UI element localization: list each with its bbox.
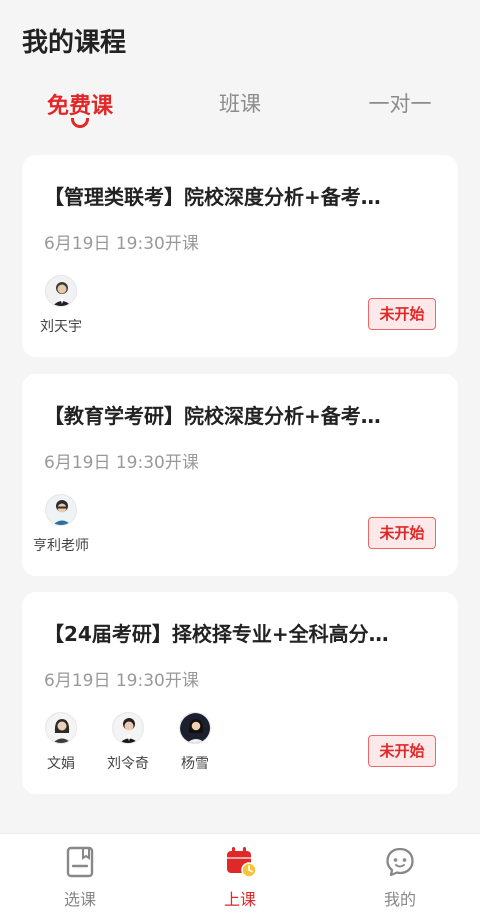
- course-time: 6月19日 19:30开课: [44, 453, 199, 473]
- active-tab-indicator: [71, 118, 89, 128]
- avatar: [45, 275, 77, 307]
- tab-label: 班课: [219, 92, 261, 116]
- book-icon: [65, 846, 95, 878]
- teacher-name: 亨利老师: [33, 538, 89, 554]
- course-card[interactable]: 【24届考研】择校择专业+全科高分… 6月19日 19:30开课 文娟 刘令奇 …: [22, 592, 458, 794]
- nav-select-course[interactable]: 选课: [30, 846, 130, 916]
- status-badge: 未开始: [368, 298, 436, 330]
- nav-mine[interactable]: 我的: [350, 846, 450, 916]
- course-card[interactable]: 【教育学考研】院校深度分析+备考… 6月19日 19:30开课 亨利老师 未开始: [22, 374, 458, 576]
- status-badge: 未开始: [368, 735, 436, 767]
- nav-label: 上课: [223, 890, 256, 909]
- course-title: 【24届考研】择校择专业+全科高分…: [44, 622, 389, 646]
- bottom-nav: 选课 上课 我的: [0, 833, 480, 917]
- teacher: 杨雪: [161, 712, 229, 773]
- nav-attend-class[interactable]: 上课: [190, 846, 290, 916]
- course-title: 【教育学考研】院校深度分析+备考…: [44, 404, 381, 428]
- teacher: 刘天宇: [27, 275, 95, 336]
- avatar: [45, 712, 77, 744]
- tab-class-course[interactable]: 班课: [180, 88, 300, 134]
- course-time: 6月19日 19:30开课: [44, 234, 199, 254]
- teacher-name: 刘天宇: [40, 319, 82, 335]
- course-card[interactable]: 【管理类联考】院校深度分析+备考… 6月19日 19:30开课 刘天宇 未开始: [22, 155, 458, 357]
- tab-label: 免费课: [46, 94, 113, 119]
- tab-free-course[interactable]: 免费课: [20, 88, 140, 134]
- course-tabs: 免费课 班课 一对一: [0, 88, 480, 134]
- nav-label: 选课: [63, 890, 96, 909]
- teacher-list: 刘天宇: [40, 275, 364, 345]
- avatar: [112, 712, 144, 744]
- teacher-list: 文娟 刘令奇 杨雪: [44, 712, 364, 782]
- avatar: [45, 494, 77, 526]
- teacher-name: 文娟: [47, 756, 75, 772]
- teacher-name: 刘令奇: [107, 756, 149, 772]
- teacher: 亨利老师: [27, 494, 95, 555]
- tab-label: 一对一: [368, 92, 432, 116]
- status-badge: 未开始: [368, 517, 436, 549]
- chat-face-icon: [385, 846, 415, 878]
- teacher-name: 杨雪: [181, 756, 209, 772]
- teacher: 刘令奇: [94, 712, 162, 773]
- calendar-clock-icon: [225, 846, 257, 878]
- course-time: 6月19日 19:30开课: [44, 671, 199, 691]
- nav-label: 我的: [383, 890, 416, 909]
- teacher: 文娟: [27, 712, 95, 773]
- tab-one-on-one[interactable]: 一对一: [340, 88, 460, 134]
- course-title: 【管理类联考】院校深度分析+备考…: [44, 185, 381, 209]
- avatar: [179, 712, 211, 744]
- page-title: 我的课程: [22, 28, 127, 58]
- teacher-list: 亨利老师: [33, 494, 364, 564]
